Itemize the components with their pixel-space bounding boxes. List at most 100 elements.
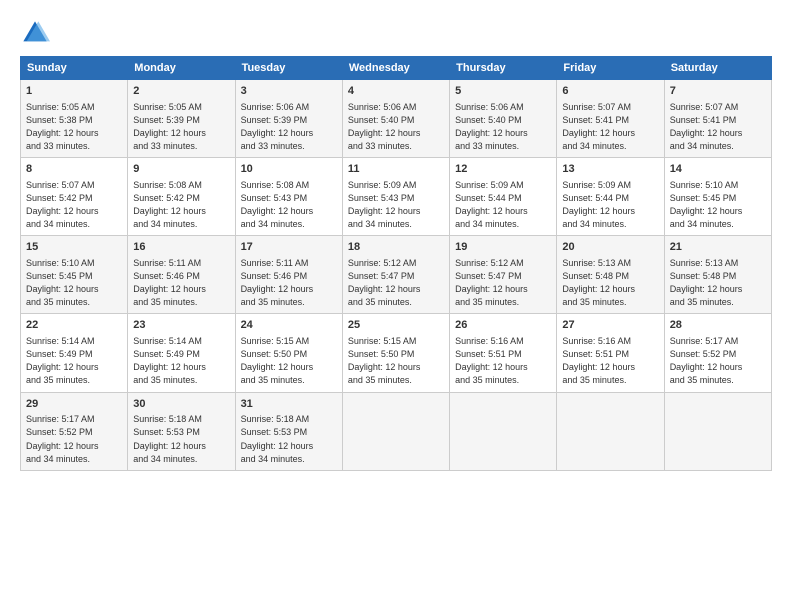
day-info-line: and 35 minutes. xyxy=(455,374,551,387)
calendar-cell: 13Sunrise: 5:09 AMSunset: 5:44 PMDayligh… xyxy=(557,158,664,236)
calendar-cell: 3Sunrise: 5:06 AMSunset: 5:39 PMDaylight… xyxy=(235,80,342,158)
day-info-line: Sunrise: 5:05 AM xyxy=(26,101,122,114)
day-info-line: Sunrise: 5:08 AM xyxy=(241,179,337,192)
day-info-line: Sunrise: 5:13 AM xyxy=(562,257,658,270)
calendar-cell: 27Sunrise: 5:16 AMSunset: 5:51 PMDayligh… xyxy=(557,314,664,392)
day-info-line: Daylight: 12 hours xyxy=(26,283,122,296)
day-info-line: Daylight: 12 hours xyxy=(562,283,658,296)
calendar-header-tuesday: Tuesday xyxy=(235,57,342,80)
header xyxy=(20,18,772,48)
day-info-line: and 34 minutes. xyxy=(562,218,658,231)
day-number: 11 xyxy=(348,162,444,178)
calendar-cell: 20Sunrise: 5:13 AMSunset: 5:48 PMDayligh… xyxy=(557,236,664,314)
logo xyxy=(20,18,54,48)
day-info-line: and 33 minutes. xyxy=(26,140,122,153)
calendar-cell: 16Sunrise: 5:11 AMSunset: 5:46 PMDayligh… xyxy=(128,236,235,314)
day-info-line: Sunset: 5:47 PM xyxy=(455,270,551,283)
calendar-cell: 25Sunrise: 5:15 AMSunset: 5:50 PMDayligh… xyxy=(342,314,449,392)
day-info-line: Sunset: 5:44 PM xyxy=(562,192,658,205)
day-info-line: Sunset: 5:48 PM xyxy=(562,270,658,283)
day-info-line: Sunrise: 5:18 AM xyxy=(133,413,229,426)
calendar-cell: 19Sunrise: 5:12 AMSunset: 5:47 PMDayligh… xyxy=(450,236,557,314)
day-number: 9 xyxy=(133,162,229,178)
day-info-line: Sunrise: 5:07 AM xyxy=(562,101,658,114)
day-info-line: Sunset: 5:49 PM xyxy=(26,348,122,361)
day-info-line: Daylight: 12 hours xyxy=(133,205,229,218)
day-info-line: Daylight: 12 hours xyxy=(348,283,444,296)
calendar-header-monday: Monday xyxy=(128,57,235,80)
day-info-line: and 33 minutes. xyxy=(455,140,551,153)
day-info-line: Daylight: 12 hours xyxy=(133,440,229,453)
day-number: 19 xyxy=(455,240,551,256)
day-info-line: Sunset: 5:51 PM xyxy=(562,348,658,361)
day-info-line: Daylight: 12 hours xyxy=(455,283,551,296)
day-info-line: Sunrise: 5:14 AM xyxy=(26,335,122,348)
day-info-line: Sunset: 5:42 PM xyxy=(26,192,122,205)
day-info-line: and 33 minutes. xyxy=(348,140,444,153)
calendar-cell: 1Sunrise: 5:05 AMSunset: 5:38 PMDaylight… xyxy=(21,80,128,158)
day-info-line: Daylight: 12 hours xyxy=(133,361,229,374)
day-info-line: Sunset: 5:47 PM xyxy=(348,270,444,283)
day-info-line: and 35 minutes. xyxy=(562,374,658,387)
calendar-cell: 10Sunrise: 5:08 AMSunset: 5:43 PMDayligh… xyxy=(235,158,342,236)
day-info-line: Sunrise: 5:12 AM xyxy=(348,257,444,270)
day-number: 18 xyxy=(348,240,444,256)
day-info-line: Sunrise: 5:17 AM xyxy=(26,413,122,426)
calendar-cell: 29Sunrise: 5:17 AMSunset: 5:52 PMDayligh… xyxy=(21,392,128,470)
logo-icon xyxy=(20,18,50,48)
calendar-body: 1Sunrise: 5:05 AMSunset: 5:38 PM Daylight… xyxy=(21,80,772,471)
calendar-header-saturday: Saturday xyxy=(664,57,771,80)
day-info-line: Sunrise: 5:07 AM xyxy=(670,101,766,114)
day-info-line: and 33 minutes. xyxy=(241,140,337,153)
day-number: 25 xyxy=(348,318,444,334)
day-info-line: Sunset: 5:38 PM xyxy=(26,114,122,127)
day-number: 13 xyxy=(562,162,658,178)
day-number: 1 xyxy=(26,84,122,100)
calendar-cell: 31Sunrise: 5:18 AMSunset: 5:53 PMDayligh… xyxy=(235,392,342,470)
day-number: 29 xyxy=(26,397,122,413)
day-info-line: Sunrise: 5:11 AM xyxy=(133,257,229,270)
day-info-line: and 35 minutes. xyxy=(562,296,658,309)
day-number: 24 xyxy=(241,318,337,334)
day-info-line: Sunrise: 5:08 AM xyxy=(133,179,229,192)
calendar-header-friday: Friday xyxy=(557,57,664,80)
calendar-cell xyxy=(450,392,557,470)
calendar-cell: 24Sunrise: 5:15 AMSunset: 5:50 PMDayligh… xyxy=(235,314,342,392)
calendar-cell: 11Sunrise: 5:09 AMSunset: 5:43 PMDayligh… xyxy=(342,158,449,236)
calendar-header-row: SundayMondayTuesdayWednesdayThursdayFrid… xyxy=(21,57,772,80)
calendar-header-wednesday: Wednesday xyxy=(342,57,449,80)
day-info-line: Daylight: 12 hours xyxy=(133,127,229,140)
calendar-header-sunday: Sunday xyxy=(21,57,128,80)
day-info-line: and 33 minutes. xyxy=(133,140,229,153)
day-info-line: and 35 minutes. xyxy=(670,374,766,387)
calendar-table: SundayMondayTuesdayWednesdayThursdayFrid… xyxy=(20,56,772,471)
day-info-line: Sunrise: 5:10 AM xyxy=(670,179,766,192)
day-info-line: Sunset: 5:46 PM xyxy=(241,270,337,283)
day-info-line: Daylight: 12 hours xyxy=(133,283,229,296)
day-info-line: and 35 minutes. xyxy=(133,374,229,387)
day-info-line: Sunset: 5:42 PM xyxy=(133,192,229,205)
day-info-line: Sunrise: 5:17 AM xyxy=(670,335,766,348)
day-number: 27 xyxy=(562,318,658,334)
day-number: 6 xyxy=(562,84,658,100)
day-info-line: Sunrise: 5:09 AM xyxy=(562,179,658,192)
day-info-line: and 35 minutes. xyxy=(670,296,766,309)
day-info-line: Sunrise: 5:14 AM xyxy=(133,335,229,348)
calendar-cell: 18Sunrise: 5:12 AMSunset: 5:47 PMDayligh… xyxy=(342,236,449,314)
day-info-line: Daylight: 12 hours xyxy=(241,283,337,296)
calendar-cell: 6Sunrise: 5:07 AMSunset: 5:41 PMDaylight… xyxy=(557,80,664,158)
day-info-line: Sunset: 5:46 PM xyxy=(133,270,229,283)
calendar-cell xyxy=(557,392,664,470)
calendar-cell: 26Sunrise: 5:16 AMSunset: 5:51 PMDayligh… xyxy=(450,314,557,392)
day-info-line: Sunset: 5:43 PM xyxy=(348,192,444,205)
calendar-cell: 8Sunrise: 5:07 AMSunset: 5:42 PMDaylight… xyxy=(21,158,128,236)
calendar-week-1: 1Sunrise: 5:05 AMSunset: 5:38 PM Daylight… xyxy=(21,80,772,158)
calendar-week-2: 8Sunrise: 5:07 AMSunset: 5:42 PMDaylight… xyxy=(21,158,772,236)
day-info-line: Sunset: 5:44 PM xyxy=(455,192,551,205)
calendar-cell: 2Sunrise: 5:05 AMSunset: 5:39 PMDaylight… xyxy=(128,80,235,158)
day-info-line: Daylight: 12 hours xyxy=(348,127,444,140)
day-info-line: Sunrise: 5:09 AM xyxy=(455,179,551,192)
day-info-line: and 35 minutes. xyxy=(26,296,122,309)
day-info-line: Daylight: 12 hours xyxy=(670,205,766,218)
day-number: 17 xyxy=(241,240,337,256)
